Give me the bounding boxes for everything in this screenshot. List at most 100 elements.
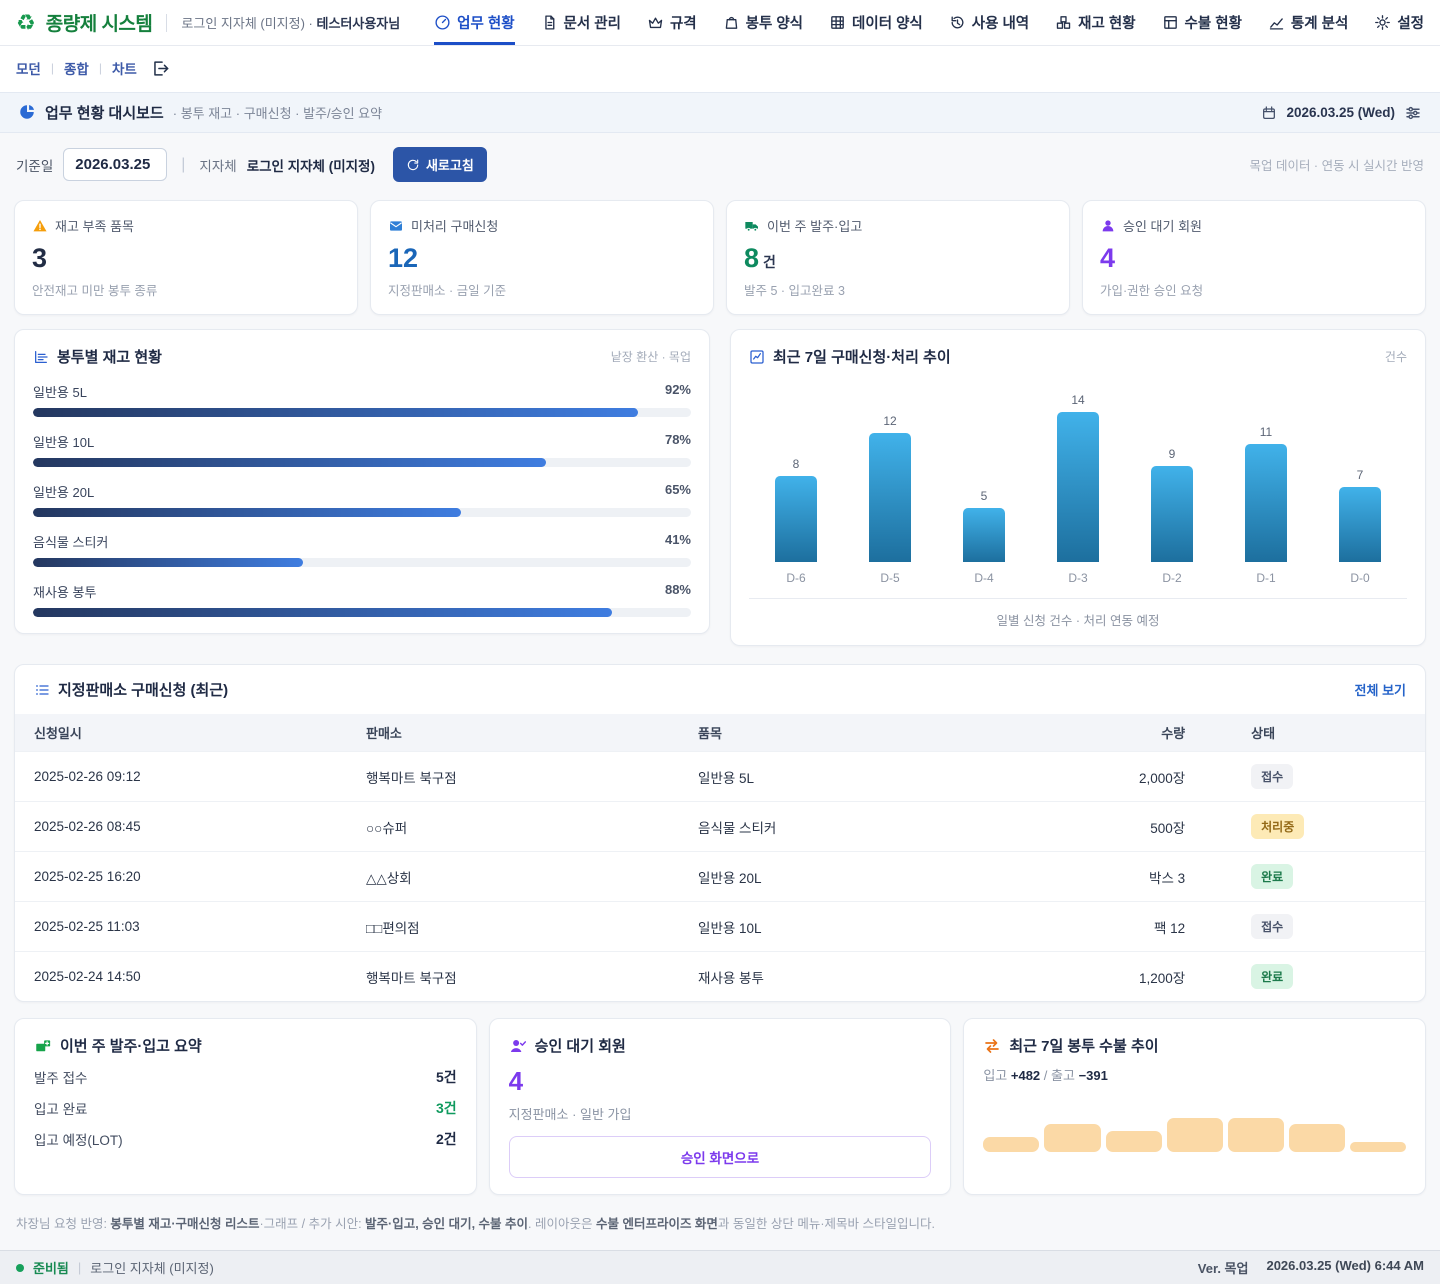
cell-store: □□편의점 <box>366 917 698 937</box>
logout-icon[interactable] <box>151 59 170 78</box>
nav-item-usage-history[interactable]: 사용 내역 <box>949 0 1029 45</box>
cell-item: 음식물 스티커 <box>698 817 1030 837</box>
cell-date: 2025-02-24 14:50 <box>34 969 366 984</box>
nav-item-settings[interactable]: 설정 <box>1374 0 1424 45</box>
trend-bar-chart: 8D-612D-55D-414D-39D-211D-17D-0 <box>749 373 1407 585</box>
cell-store: 행복마트 북구점 <box>366 767 698 787</box>
cell-date: 2025-02-25 16:20 <box>34 869 366 884</box>
table-row[interactable]: 2025-02-25 11:03□□편의점일반용 10L팩 12접수 <box>15 901 1425 951</box>
mock-data-note: 목업 데이터 · 연동 시 실시간 반영 <box>1249 155 1424 174</box>
boxes-icon <box>1055 14 1072 31</box>
stat-sub: 안전재고 미만 봉투 종류 <box>32 280 340 299</box>
stat-label: 재고 부족 품목 <box>55 216 134 235</box>
warning-icon <box>32 218 48 234</box>
list-icon <box>34 681 50 698</box>
bottom-cards: 이번 주 발주·입고 요약 발주 접수5건입고 완료3건입고 예정(LOT)2건… <box>14 1018 1426 1195</box>
progress-track <box>33 458 691 467</box>
status-badge: 접수 <box>1251 764 1293 789</box>
base-date-input[interactable] <box>63 148 167 181</box>
dashboard-title-bar: 업무 현황 대시보드 · 봉투 재고 · 구매신청 · 발주/승인 요약 202… <box>0 92 1440 133</box>
subnav-link-chart[interactable]: 차트 <box>112 58 137 78</box>
nav-item-statistics[interactable]: 통계 분석 <box>1268 0 1348 45</box>
go-approval-button[interactable]: 승인 화면으로 <box>509 1136 932 1178</box>
status-bar: 준비됨 | 로그인 지자체 (미지정) Ver. 목업 2026.03.25 (… <box>0 1250 1440 1284</box>
subnav-link-modern[interactable]: 모던 <box>16 58 41 78</box>
cell-qty: 1,200장 <box>1030 967 1211 987</box>
inventory-panel-title: 봉투별 재고 현황 <box>57 346 162 367</box>
progress-track <box>33 558 691 567</box>
divider: | <box>51 61 54 75</box>
cell-item: 일반용 10L <box>698 917 1030 937</box>
flow-mini-bar <box>1106 1131 1162 1153</box>
column-header: 품목 <box>698 723 1030 742</box>
nav-item-dashboard[interactable]: 업무 현황 <box>434 0 514 45</box>
nav-item-data-forms[interactable]: 데이터 양식 <box>829 0 923 45</box>
filter-sliders-icon[interactable] <box>1404 104 1422 122</box>
cell-qty: 2,000장 <box>1030 767 1211 787</box>
flow-mini-bar <box>1044 1124 1100 1152</box>
stat-card-low-stock: 재고 부족 품목3안전재고 미만 봉투 종류 <box>14 200 358 315</box>
summary-row: 입고 완료3건 <box>34 1098 457 1118</box>
summary-value: 2건 <box>436 1129 457 1149</box>
table-row[interactable]: 2025-02-26 08:45○○슈퍼음식물 스티커500장처리중 <box>15 801 1425 851</box>
trend-bar-column: 5D-4 <box>937 373 1031 585</box>
inventory-row: 음식물 스티커41% <box>33 532 691 567</box>
view-all-link[interactable]: 전체 보기 <box>1355 680 1406 699</box>
nav-item-specs[interactable]: 규격 <box>647 0 697 45</box>
refresh-label: 새로고침 <box>426 155 474 174</box>
bar-x-label: D-1 <box>1256 571 1275 585</box>
inventory-bars: 일반용 5L92%일반용 10L78%일반용 20L65%음식물 스티커41%재… <box>33 382 691 617</box>
refresh-button[interactable]: 새로고침 <box>393 147 487 182</box>
ledger-icon <box>1162 14 1179 31</box>
bag-type-label: 일반용 10L <box>33 432 94 451</box>
cell-item: 일반용 20L <box>698 867 1030 887</box>
bar-value-label: 9 <box>1169 447 1176 461</box>
document-icon <box>541 14 558 31</box>
brand: ♻ 종량제 시스템 로그인 지자체 (미지정) · 테스터사용자님 <box>16 0 400 45</box>
divider: | <box>181 156 185 174</box>
header-date[interactable]: 2026.03.25 (Wed) <box>1286 105 1395 120</box>
flow-summary: 입고 +482 / 출고 −391 <box>983 1065 1406 1084</box>
table-header: 신청일시판매소품목수량상태 <box>15 714 1425 751</box>
subnav-link-combined[interactable]: 종합 <box>64 58 89 78</box>
login-info: 로그인 지자체 (미지정) · 테스터사용자님 <box>181 13 400 32</box>
bag-type-label: 재사용 봉투 <box>33 582 96 601</box>
flow-mini-bar <box>1289 1124 1345 1152</box>
page-subtitle: · 봉투 재고 · 구매신청 · 발주/승인 요약 <box>173 103 382 122</box>
nav-item-bag-forms[interactable]: 봉투 양식 <box>723 0 803 45</box>
app-title: 종량제 시스템 <box>46 9 153 36</box>
bar-x-label: D-3 <box>1068 571 1087 585</box>
stat-card-pending-requests: 미처리 구매신청12지정판매소 · 금일 기준 <box>370 200 714 315</box>
filter-row: 기준일 | 지자체 로그인 지자체 (미지정) 새로고침 목업 데이터 · 연동… <box>0 133 1440 184</box>
cell-qty: 박스 3 <box>1030 867 1211 887</box>
table-row[interactable]: 2025-02-26 09:12행복마트 북구점일반용 5L2,000장접수 <box>15 751 1425 801</box>
approval-card-title: 승인 대기 회원 <box>535 1035 626 1056</box>
table-row[interactable]: 2025-02-24 14:50행복마트 북구점재사용 봉투1,200장완료 <box>15 951 1425 1001</box>
nav-item-ledger[interactable]: 수불 현황 <box>1162 0 1242 45</box>
bar-value-label: 14 <box>1071 393 1084 407</box>
user-name: 테스터사용자님 <box>317 16 401 31</box>
status-ready: 준비됨 <box>33 1258 69 1277</box>
cell-store: △△상회 <box>366 867 698 887</box>
nav-item-inventory[interactable]: 재고 현황 <box>1055 0 1135 45</box>
bar-x-label: D-2 <box>1162 571 1181 585</box>
table-body: 2025-02-26 09:12행복마트 북구점일반용 5L2,000장접수20… <box>15 751 1425 1001</box>
inventory-row: 재사용 봉투88% <box>33 582 691 617</box>
footnote: 차장님 요청 반영: 봉투별 재고·구매신청 리스트·그래프 / 추가 시안: … <box>16 1213 1424 1232</box>
flow-mini-chart <box>983 1106 1406 1152</box>
chart-panels: 봉투별 재고 현황 낱장 환산 · 목업 일반용 5L92%일반용 10L78%… <box>14 329 1426 646</box>
trend-bar-column: 14 D-3 <box>1031 373 1125 585</box>
stock-percent: 41% <box>665 532 691 551</box>
cell-date: 2025-02-26 08:45 <box>34 819 366 834</box>
bar-x-label: D-5 <box>880 571 899 585</box>
table-row[interactable]: 2025-02-25 16:20△△상회일반용 20L박스 3완료 <box>15 851 1425 901</box>
nav-item-documents[interactable]: 문서 관리 <box>541 0 621 45</box>
progress-track <box>33 508 691 517</box>
approval-card: 승인 대기 회원 4 지정판매소 · 일반 가입 승인 화면으로 <box>489 1018 952 1195</box>
trend-bar-column: 8D-6 <box>749 373 843 585</box>
summary-value: 5건 <box>436 1067 457 1087</box>
summary-value: 3건 <box>436 1098 457 1118</box>
subnav-links: 모던|종합|차트 <box>16 58 137 78</box>
base-date-label: 기준일 <box>16 155 53 175</box>
progress-fill <box>33 458 546 467</box>
